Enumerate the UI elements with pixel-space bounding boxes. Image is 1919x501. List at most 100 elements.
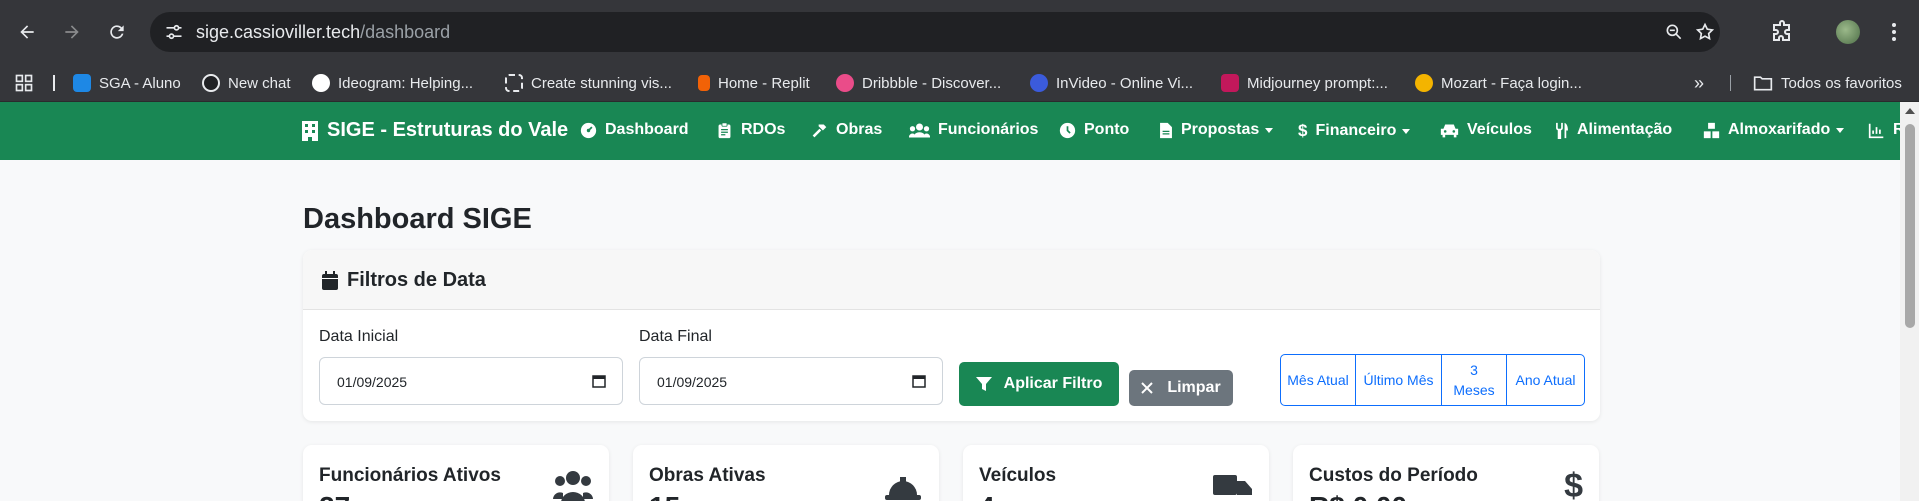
nav-dashboard[interactable]: Dashboard (580, 121, 689, 139)
scroll-up-arrow-icon[interactable] (1905, 108, 1915, 114)
gauge-icon (580, 122, 597, 138)
bookmark-new-chat[interactable]: New chat (202, 73, 291, 93)
url-path: /dashboard (360, 22, 451, 42)
nav-label: Ponto (1084, 121, 1130, 138)
nav-label: Almoxarifado (1728, 121, 1831, 138)
end-date-value: 01/09/2025 (657, 374, 728, 390)
file-icon (1160, 122, 1172, 138)
apply-filter-button[interactable]: Aplicar Filtro (959, 362, 1119, 406)
address-bar[interactable]: sige.cassioviller.tech/dashboard (150, 12, 1720, 52)
clear-filter-button[interactable]: Limpar (1129, 370, 1233, 406)
chevron-down-icon (1836, 127, 1845, 133)
forward-button[interactable] (54, 14, 90, 50)
nav-propostas[interactable]: Propostas (1159, 121, 1274, 139)
start-date-value: 01/09/2025 (337, 374, 408, 390)
nav-label: Alimentação (1577, 121, 1673, 138)
nav-label: Financeiro (1315, 122, 1397, 139)
extensions-icon[interactable] (1770, 20, 1794, 44)
bookmark-invideo[interactable]: InVideo - Online Vi... (1030, 73, 1193, 93)
replit-favicon-icon (698, 75, 710, 91)
end-date-input[interactable]: 01/09/2025 (639, 357, 943, 405)
quick-ano-atual[interactable]: Ano Atual (1507, 355, 1584, 405)
nav-alimentacao[interactable]: Alimentação (1555, 121, 1672, 139)
reload-icon (110, 25, 124, 39)
menu-dots-icon[interactable] (1882, 20, 1906, 44)
filter-card-header: Filtros de Data (303, 250, 1600, 310)
reload-button[interactable] (99, 14, 135, 50)
stat-value: R$ 0,00 (1309, 491, 1407, 501)
bookmark-ideogram[interactable]: Ideogram: Helping... (312, 73, 473, 93)
stat-label: Custos do Período (1309, 465, 1478, 486)
apps-grid-icon[interactable] (14, 73, 34, 93)
url-text: sige.cassioviller.tech/dashboard (196, 22, 450, 42)
quick-ultimo-mes[interactable]: Último Mês (1356, 355, 1442, 405)
stat-card-obras: Obras Ativas 15 (633, 445, 939, 501)
bookmark-dribbble[interactable]: Dribbble - Discover... (836, 73, 1001, 93)
app-navbar: SIGE - Estruturas do Vale Dashboard RDOs… (0, 102, 1900, 160)
ideogram-favicon-icon (312, 74, 330, 92)
bookmark-midjourney[interactable]: Midjourney prompt:... (1221, 73, 1388, 93)
nav-obras[interactable]: Obras (811, 121, 882, 139)
filter-title-text: Filtros de Data (347, 269, 486, 291)
nav-label: Funcionários (938, 121, 1039, 138)
building-icon (302, 120, 318, 141)
site-settings-icon[interactable] (164, 22, 184, 42)
profile-avatar[interactable] (1836, 20, 1860, 44)
start-date-label: Data Inicial (319, 328, 399, 345)
stat-value: 15 (649, 491, 680, 501)
hard-hat-icon (885, 477, 921, 500)
nav-label: Veículos (1467, 121, 1532, 138)
bookmark-replit[interactable]: Home - Replit (698, 73, 810, 93)
chevron-down-icon (1265, 127, 1274, 133)
nav-rdos[interactable]: RDOs (716, 121, 785, 139)
users-icon (553, 471, 593, 501)
zoom-icon[interactable] (1664, 22, 1684, 42)
arrow-left-icon (20, 25, 34, 39)
calendar-picker-icon[interactable] (592, 374, 606, 388)
bookmark-mozart[interactable]: Mozart - Faça login... (1415, 73, 1582, 93)
all-bookmarks-folder[interactable]: Todos os favoritos (1753, 73, 1902, 93)
close-icon (1141, 382, 1154, 394)
bookmark-sga-aluno[interactable]: SGA - Aluno (73, 73, 181, 93)
quick-range-group: Mês Atual Último Mês 3 Meses Ano Atual (1280, 354, 1585, 406)
page-scrollbar[interactable] (1900, 102, 1919, 501)
scrollbar-thumb[interactable] (1905, 124, 1915, 328)
bookmark-label: SGA - Aluno (99, 74, 181, 92)
date-filter-card: Filtros de Data Data Inicial 01/09/2025 … (303, 250, 1600, 421)
nav-financeiro[interactable]: $ Financeiro (1298, 121, 1411, 141)
bookmark-label: Ideogram: Helping... (338, 74, 474, 92)
start-date-input[interactable]: 01/09/2025 (319, 357, 623, 405)
calendar-picker-icon[interactable] (912, 374, 926, 388)
bookmark-label: New chat (228, 74, 291, 92)
utensils-icon (1556, 122, 1568, 139)
chevrons-right-icon: » (1694, 72, 1705, 93)
clock-icon (1059, 122, 1076, 138)
back-button[interactable] (9, 14, 45, 50)
nav-label: Obras (836, 121, 883, 138)
stat-label: Funcionários Ativos (319, 465, 501, 486)
nav-label: Propostas (1181, 121, 1260, 138)
quick-3-meses[interactable]: 3 Meses (1442, 355, 1507, 405)
chevron-down-icon (1402, 128, 1411, 134)
truck-icon (1213, 475, 1252, 495)
browser-toolbar: sige.cassioviller.tech/dashboard (0, 0, 1919, 64)
more-bookmarks-button[interactable]: » (1694, 73, 1704, 93)
nav-label: Dashboard (605, 121, 689, 138)
all-bookmarks-label: Todos os favoritos (1781, 74, 1902, 92)
stat-label: Obras Ativas (649, 465, 766, 486)
navbar-brand[interactable]: SIGE - Estruturas do Vale (301, 119, 568, 142)
bookmark-create-stunning[interactable]: Create stunning vis... (505, 73, 672, 93)
nav-funcionarios[interactable]: Funcionários (909, 121, 1038, 139)
url-host: sige.cassioviller.tech (196, 22, 361, 42)
nav-veiculos[interactable]: Veículos (1440, 121, 1532, 139)
stat-value: 4 (979, 491, 995, 501)
dollar-icon: $ (1298, 121, 1308, 140)
stat-value: 27 (319, 491, 350, 501)
quick-mes-atual[interactable]: Mês Atual (1281, 355, 1356, 405)
arrow-right-icon (65, 25, 79, 39)
apply-filter-label: Aplicar Filtro (1003, 375, 1103, 392)
nav-relatorios[interactable]: R (1868, 121, 1900, 139)
nav-almoxarifado[interactable]: Almoxarifado (1703, 121, 1845, 139)
star-icon[interactable] (1695, 22, 1715, 42)
nav-ponto[interactable]: Ponto (1059, 121, 1129, 139)
